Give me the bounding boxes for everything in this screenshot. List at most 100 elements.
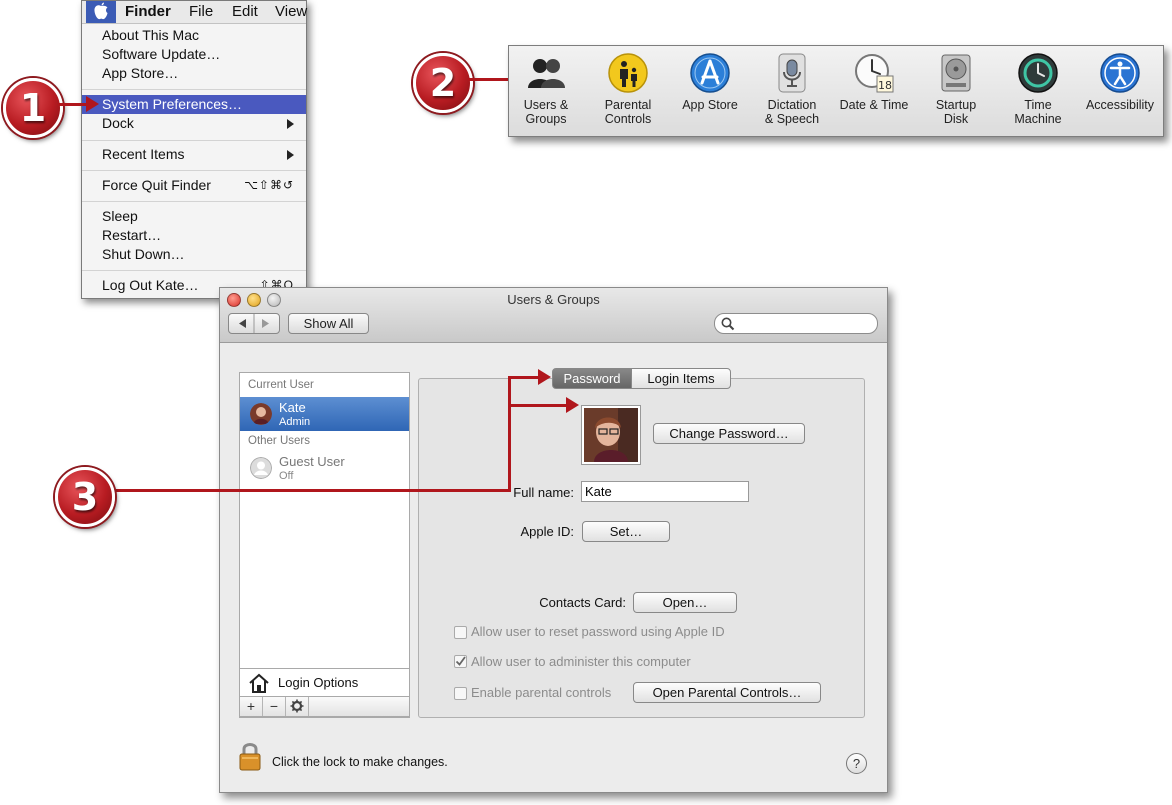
user-row-guest[interactable]: Guest User Off (240, 451, 409, 485)
user-picture[interactable] (581, 405, 641, 465)
menu-item-recent-items[interactable]: Recent Items (82, 145, 306, 164)
menu-item-label: About This Mac (102, 27, 200, 43)
help-button[interactable]: ? (846, 753, 867, 774)
pref-label: Time Machine (1014, 98, 1062, 126)
lock-button[interactable] (238, 741, 262, 771)
pref-startup-disk[interactable]: Startup Disk (915, 52, 997, 126)
menu-separator (82, 89, 306, 90)
search-input[interactable] (714, 313, 878, 334)
parental-controls-icon (607, 52, 649, 94)
menu-item-shut-down[interactable]: Shut Down… (82, 245, 306, 264)
login-options-label: Login Options (278, 675, 359, 690)
menu-separator (82, 201, 306, 202)
apple-id-label: Apple ID: (520, 524, 574, 539)
step-3-badge: 3 (55, 467, 115, 527)
menu-item-system-preferences[interactable]: System Preferences… (82, 95, 306, 114)
allow-admin-checkbox[interactable] (454, 655, 467, 668)
remove-user-button[interactable]: − (263, 697, 286, 716)
login-options-row[interactable]: Login Options (239, 668, 410, 696)
user-row-kate[interactable]: Kate Admin (240, 397, 409, 431)
checkmark-icon (455, 656, 466, 666)
user-name: Guest User (279, 454, 345, 469)
annotation-line (508, 376, 511, 492)
pref-label: Dictation & Speech (764, 98, 820, 126)
menu-item-dock[interactable]: Dock (82, 114, 306, 133)
annotation-line (58, 103, 88, 106)
menu-item-label: System Preferences… (102, 96, 243, 112)
annotation-line (508, 376, 540, 379)
full-name-field[interactable] (581, 481, 749, 502)
menu-item-label: Dock (102, 115, 134, 131)
parental-controls-checkbox[interactable] (454, 687, 467, 700)
add-remove-bar: + − (239, 696, 410, 717)
allow-reset-checkbox[interactable] (454, 626, 467, 639)
window-title: Users & Groups (507, 292, 600, 307)
menu-item-label: App Store… (102, 65, 179, 81)
menubar-edit[interactable]: Edit (232, 3, 258, 20)
menubar-view[interactable]: View (275, 3, 307, 20)
allow-reset-label: Allow user to reset password using Apple… (471, 624, 725, 639)
pref-users-groups[interactable]: Users & Groups (505, 52, 587, 126)
users-groups-window: Users & Groups Show All Current User Kat… (219, 287, 888, 793)
clock-calendar-icon: 18 (853, 52, 895, 94)
search-icon (721, 317, 735, 331)
menu-item-force-quit[interactable]: Force Quit Finder ⌥⇧⌘↺ (82, 176, 306, 195)
menu-item-label: Restart… (102, 227, 162, 243)
user-status: Off (279, 470, 294, 482)
calendar-day: 18 (878, 79, 892, 92)
action-menu-button[interactable] (286, 697, 309, 716)
submenu-arrow-icon (287, 150, 294, 160)
contacts-open-button[interactable]: Open… (633, 592, 737, 613)
window-titlebar: Users & Groups Show All (220, 288, 887, 343)
add-user-button[interactable]: + (240, 697, 263, 716)
pref-parental-controls[interactable]: Parental Controls (587, 52, 669, 126)
app-store-icon (689, 52, 731, 94)
menubar-finder[interactable]: Finder (125, 3, 171, 20)
annotation-arrow-icon (538, 369, 551, 385)
pref-date-time[interactable]: 18 Date & Time (833, 52, 915, 112)
tab-login-items[interactable]: Login Items (631, 368, 731, 389)
apple-logo-icon (94, 2, 108, 20)
pref-label: Accessibility (1085, 98, 1155, 112)
menu-separator (82, 170, 306, 171)
pref-label: Users & Groups (523, 98, 569, 126)
back-forward-arrows-icon (239, 314, 269, 333)
menu-item-label: Software Update… (102, 46, 221, 62)
menu-item-sleep[interactable]: Sleep (82, 207, 306, 226)
user-role: Admin (279, 416, 311, 428)
pref-label: Startup Disk (935, 98, 977, 126)
menu-item-label: Log Out Kate… (102, 277, 199, 293)
open-parental-controls-button[interactable]: Open Parental Controls… (633, 682, 821, 703)
apple-id-set-button[interactable]: Set… (582, 521, 670, 542)
pref-time-machine[interactable]: Time Machine (997, 52, 1079, 126)
other-users-header: Other Users (248, 435, 310, 447)
pref-app-store[interactable]: App Store (669, 52, 751, 112)
step-1-badge: 1 (3, 78, 63, 138)
menu-item-software-update[interactable]: Software Update… (82, 45, 306, 64)
menu-item-app-store[interactable]: App Store… (82, 64, 306, 83)
shortcut-label: ⌥⇧⌘↺ (244, 178, 294, 192)
apple-menu-button[interactable] (86, 1, 116, 23)
user-avatar-icon (250, 403, 272, 425)
microphone-icon (771, 52, 813, 94)
user-photo-icon (584, 408, 638, 462)
user-name: Kate (279, 400, 306, 415)
menubar-file[interactable]: File (189, 3, 213, 20)
annotation-arrow-icon (566, 397, 579, 413)
tab-password[interactable]: Password (552, 368, 632, 389)
guest-avatar-icon (250, 457, 272, 479)
menu-item-label: Force Quit Finder (102, 177, 211, 193)
menu-item-restart[interactable]: Restart… (82, 226, 306, 245)
house-icon (249, 673, 269, 693)
pref-accessibility[interactable]: Accessibility (1079, 52, 1161, 112)
parental-controls-label: Enable parental controls (471, 685, 612, 700)
back-forward-control[interactable] (228, 313, 280, 334)
change-password-button[interactable]: Change Password… (653, 423, 805, 444)
menu-bar: Finder File Edit View (82, 1, 307, 24)
pref-label: Date & Time (839, 98, 909, 112)
menu-item-label: Sleep (102, 208, 138, 224)
pref-dictation-speech[interactable]: Dictation & Speech (751, 52, 833, 126)
hard-disk-icon (935, 52, 977, 94)
menu-item-about[interactable]: About This Mac (82, 26, 306, 45)
show-all-button[interactable]: Show All (288, 313, 369, 334)
